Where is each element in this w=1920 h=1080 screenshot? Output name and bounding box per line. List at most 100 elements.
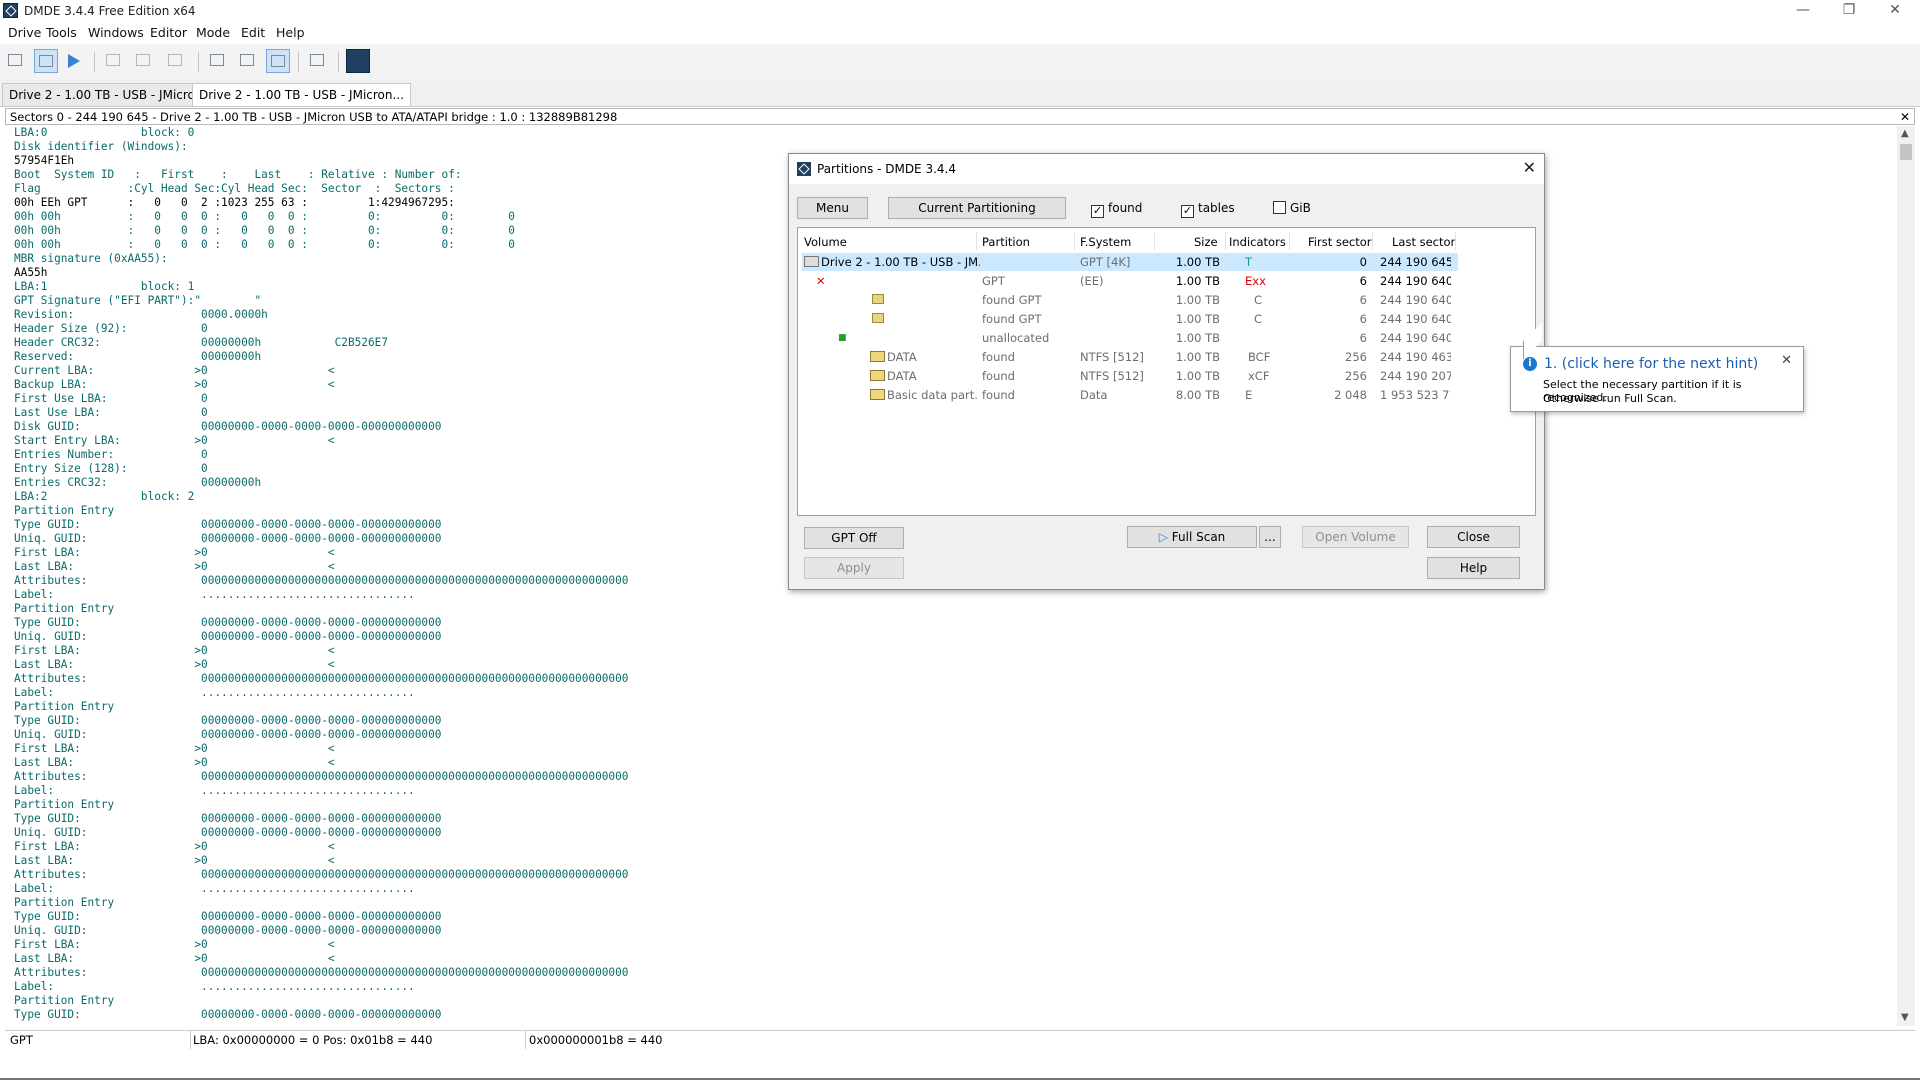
template-line: Type GUID: 00000000-0000-0000-0000-00000…: [14, 518, 442, 531]
scan-options-button[interactable]: ...: [1259, 526, 1281, 548]
menu-tools[interactable]: Tools: [46, 25, 77, 40]
template-line: Last LBA: >0 <: [14, 658, 335, 671]
help-button[interactable]: Help: [1427, 557, 1520, 579]
window-title: DMDE 3.4.4 Free Edition x64: [24, 4, 196, 18]
template-line: 00h 00h : 0 0 0 : 0 0 0 : 0: 0: 0: [14, 210, 515, 223]
full-scan-button[interactable]: ▷ Full Scan: [1127, 526, 1257, 548]
template-line: AA55h: [14, 266, 48, 279]
template-line: Type GUID: 00000000-0000-0000-0000-00000…: [14, 1008, 442, 1021]
col-first-sector[interactable]: First sector: [1308, 235, 1372, 249]
current-partitioning-button[interactable]: Current Partitioning: [888, 197, 1066, 219]
menu-editor[interactable]: Editor: [150, 25, 187, 40]
menu-button[interactable]: Menu: [797, 197, 868, 219]
vertical-scrollbar[interactable]: ▲ ▼: [1897, 126, 1915, 1026]
dialog-close-icon[interactable]: ✕: [1523, 158, 1536, 177]
page-icon[interactable]: [164, 49, 188, 73]
open-volume-button[interactable]: Open Volume: [1302, 526, 1409, 548]
minimize-button[interactable]: —: [1780, 0, 1826, 22]
volume-icon: [870, 389, 885, 400]
template-line: Attributes: 0000000000000000000000000000…: [14, 966, 629, 979]
template-line: First LBA: >0 <: [14, 938, 335, 951]
hint-close-icon[interactable]: ✕: [1781, 353, 1792, 368]
partition-row[interactable]: found GPT 1.00 TB C 6 244 190 640: [802, 291, 1458, 309]
template-line: First LBA: >0 <: [14, 644, 335, 657]
dmde-logo-icon[interactable]: [346, 49, 370, 73]
col-indicators[interactable]: Indicators: [1229, 235, 1286, 249]
template-line: LBA:0 block: 0: [14, 126, 195, 139]
gpt-table-icon: [872, 310, 884, 328]
scroll-thumb[interactable]: [1900, 144, 1912, 160]
close-button[interactable]: Close: [1427, 526, 1520, 548]
tables-label: tables: [1198, 201, 1235, 215]
play-icon[interactable]: [62, 49, 86, 73]
template-line: Last LBA: >0 <: [14, 756, 335, 769]
close-sector-view-icon[interactable]: ✕: [1900, 109, 1910, 125]
goto-icon[interactable]: [102, 49, 126, 73]
template-line: Disk identifier (Windows):: [14, 140, 188, 153]
template-line: Partition Entry: [14, 896, 115, 909]
app-logo-icon: [3, 3, 18, 18]
menu-mode[interactable]: Mode: [196, 25, 230, 40]
template-line: 00h 00h : 0 0 0 : 0 0 0 : 0: 0: 0: [14, 224, 515, 237]
maximize-button[interactable]: ❐: [1826, 0, 1872, 22]
select-drive-icon[interactable]: [4, 49, 28, 73]
apply-button[interactable]: Apply: [804, 557, 904, 579]
template-view-icon[interactable]: [266, 49, 290, 73]
menu-edit[interactable]: Edit: [241, 25, 265, 40]
template-line: MBR signature (0xAA55):: [14, 252, 168, 265]
found-check-icon: ✓: [1091, 204, 1104, 218]
template-line: Label: ................................: [14, 784, 415, 797]
col-size[interactable]: Size: [1194, 235, 1218, 249]
close-window-button[interactable]: ✕: [1872, 0, 1918, 22]
layout-icon[interactable]: [306, 49, 330, 73]
hint-balloon[interactable]: i 1. (click here for the next hint) ✕ Se…: [1510, 322, 1804, 412]
partition-row[interactable]: found GPT 1.00 TB C 6 244 190 640: [802, 310, 1458, 328]
col-fsystem[interactable]: F.System: [1080, 235, 1131, 249]
template-line: Entries Number: 0: [14, 448, 208, 461]
template-line: Header Size (92): 0: [14, 322, 208, 335]
tables-check-icon: ✓: [1181, 204, 1194, 218]
template-line: Last LBA: >0 <: [14, 854, 335, 867]
scroll-up-icon[interactable]: ▲: [1901, 128, 1909, 139]
gib-checkbox[interactable]: GiB: [1273, 201, 1311, 215]
partition-row[interactable]: ✕ GPT (EE) 1.00 TB Exx 6 244 190 640: [802, 272, 1458, 290]
tab-drive-1[interactable]: Drive 2 - 1.00 TB - USB - JMicron...: [2, 83, 221, 106]
partition-row[interactable]: Basic data part... found Data 8.00 TB E …: [802, 386, 1458, 404]
list-view-icon[interactable]: [236, 49, 260, 73]
scroll-down-icon[interactable]: ▼: [1901, 1012, 1909, 1023]
template-line: Partition Entry: [14, 994, 115, 1007]
menu-windows[interactable]: Windows: [88, 25, 144, 40]
col-last-sector[interactable]: Last sector: [1392, 235, 1455, 249]
col-volume[interactable]: Volume: [804, 235, 847, 249]
tab-drive-2[interactable]: Drive 2 - 1.00 TB - USB - JMicron...: [192, 83, 411, 106]
template-line: Uniq. GUID: 00000000-0000-0000-0000-0000…: [14, 728, 442, 741]
template-line: Reserved: 00000000h: [14, 350, 262, 363]
col-partition[interactable]: Partition: [982, 235, 1030, 249]
template-line: Uniq. GUID: 00000000-0000-0000-0000-0000…: [14, 532, 442, 545]
template-line: Type GUID: 00000000-0000-0000-0000-00000…: [14, 910, 442, 923]
partition-row[interactable]: Drive 2 - 1.00 TB - USB - JM... GPT [4K]…: [802, 253, 1458, 271]
partition-row[interactable]: DATA found NTFS [512] 1.00 TB BCF 256 24…: [802, 348, 1458, 366]
sector-header: Sectors 0 - 244 190 645 - Drive 2 - 1.00…: [5, 108, 1915, 125]
next-hint-link[interactable]: 1. (click here for the next hint): [1544, 356, 1758, 372]
partition-row[interactable]: ■ unallocated 1.00 TB 6 244 190 640: [802, 329, 1458, 347]
menu-drive[interactable]: Drive: [8, 25, 41, 40]
template-line: Entry Size (128): 0: [14, 462, 208, 475]
status-position: LBA: 0x00000000 = 0 Pos: 0x01b8 = 440: [193, 1033, 433, 1047]
text-view-icon[interactable]: [206, 49, 230, 73]
template-line: Partition Entry: [14, 504, 115, 517]
template-line: LBA:1 block: 1: [14, 280, 195, 293]
template-line: LBA:2 block: 2: [14, 490, 195, 503]
status-value: 0x000000001b8 = 440: [529, 1033, 663, 1047]
partition-list[interactable]: Volume Partition F.System Size Indicator…: [797, 227, 1536, 516]
find-icon[interactable]: [132, 49, 156, 73]
tables-checkbox[interactable]: ✓ tables: [1181, 201, 1235, 218]
template-line: Entries CRC32: 00000000h: [14, 476, 262, 489]
menu-help[interactable]: Help: [276, 25, 305, 40]
partitions-view-icon[interactable]: [34, 49, 58, 73]
gpt-table-icon: [872, 291, 884, 309]
found-checkbox[interactable]: ✓ found: [1091, 201, 1142, 218]
template-line: Boot System ID : First : Last : Relative…: [14, 168, 462, 181]
gpt-off-button[interactable]: GPT Off: [804, 527, 904, 549]
partition-row[interactable]: DATA found NTFS [512] 1.00 TB xCF 256 24…: [802, 367, 1458, 385]
